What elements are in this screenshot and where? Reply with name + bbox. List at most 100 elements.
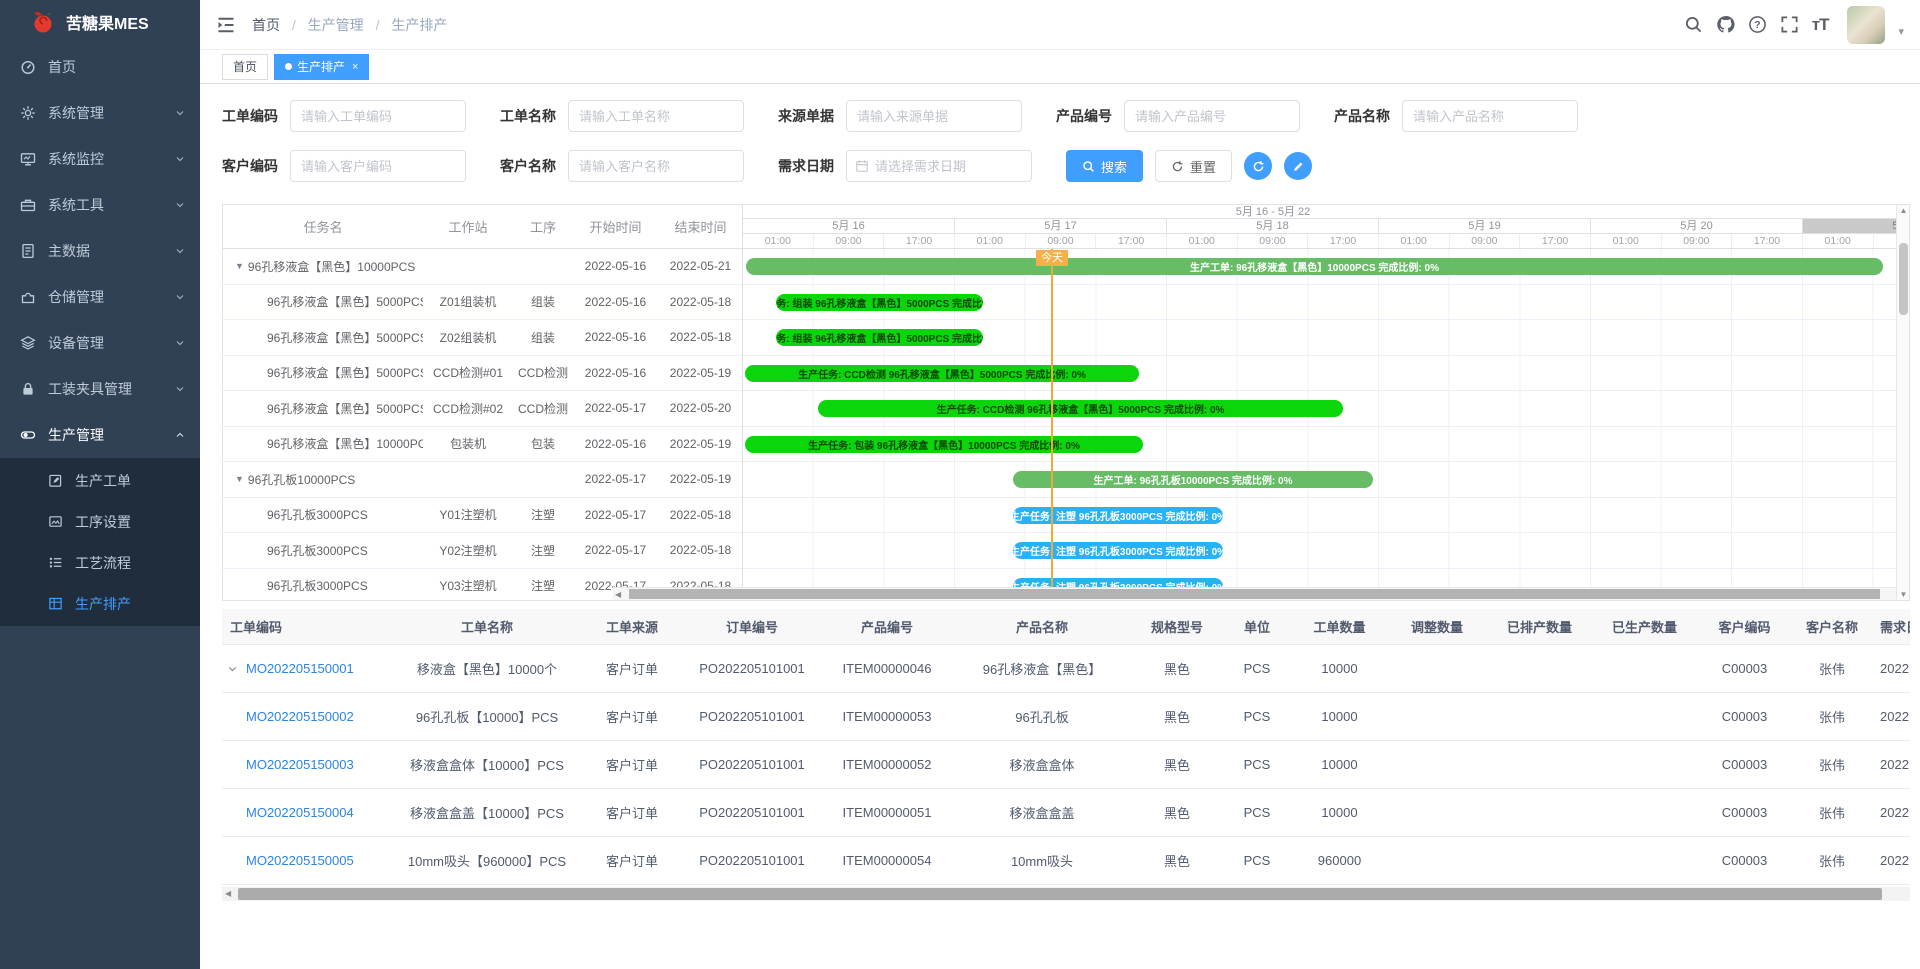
sidebar-item[interactable]: 系统监控 [0,136,200,182]
tab-home[interactable]: 首页 [222,54,268,80]
scrollbar-thumb[interactable] [629,589,1880,599]
sidebar-item[interactable]: 设备管理 [0,320,200,366]
gantt-task-row[interactable]: 96孔移液盒【黑色】5000PCSCCD检测#01CCD检测2022-05-16… [223,356,742,392]
demand-date-input[interactable] [875,159,1023,174]
user-dropdown-caret-icon[interactable]: ▾ [1898,25,1904,38]
gantt-task-row[interactable]: 96孔移液盒【黑色】10000PCS包装机包装2022-05-162022-05… [223,427,742,463]
breadcrumb-scheduling[interactable]: 生产排产 [391,17,447,33]
sidebar-item[interactable]: 系统工具 [0,182,200,228]
collapse-sidebar-icon[interactable] [216,15,236,35]
task-bar[interactable]: 生产任务: CCD检测 96孔移液盒【黑色】5000PCS 完成比例: 0% [745,365,1139,382]
task-bar[interactable]: 生产任务: CCD检测 96孔移液盒【黑色】5000PCS 完成比例: 0% [818,400,1343,417]
task-name-cell: 96孔移液盒【黑色】5000PCS [223,400,423,417]
sidebar-subitem[interactable]: 生产工单 [0,460,200,501]
product-code-input[interactable] [1124,100,1300,132]
sidebar-item[interactable]: 首页 [0,44,200,90]
order-code-link[interactable]: MO202205150002 [246,709,354,724]
expand-icon[interactable]: ▼ [235,261,244,271]
scroll-left-icon[interactable]: ◀ [225,887,231,901]
work-order-name-input[interactable] [568,100,744,132]
demand-date-picker[interactable] [846,150,1032,182]
hour-header-cell: 01:00 [1167,234,1238,248]
sidebar-item[interactable]: 系统管理 [0,90,200,136]
avatar[interactable] [1847,6,1885,44]
chevron-down-icon[interactable] [226,662,239,675]
gantt-horizontal-scrollbar[interactable]: ◀ [613,587,1896,600]
breadcrumb-home[interactable]: 首页 [252,17,280,33]
warehouse-icon [20,289,36,305]
order-row[interactable]: MO20220515000296孔孔板【10000】PCS客户订单PO20220… [222,693,1910,741]
sidebar-item[interactable]: 工装夹具管理 [0,366,200,412]
sidebar-item[interactable]: 主数据 [0,228,200,274]
order-code-link[interactable]: MO202205150004 [246,805,354,820]
expand-icon[interactable]: ▼ [235,474,244,484]
chevron-down-icon [174,153,186,165]
gantt-task-row[interactable]: ▼96孔孔板10000PCS2022-05-172022-05-19 [223,462,742,498]
customer-name-input[interactable] [568,150,744,182]
start-time-cell: 2022-05-17 [573,472,658,486]
order-row[interactable]: MO202205150001移液盒【黑色】10000个客户订单PO2022051… [222,645,1910,693]
gantt-task-row[interactable]: 96孔孔板3000PCSY01注塑机注塑2022-05-172022-05-18 [223,498,742,534]
chevron-down-icon [174,383,186,395]
order-row[interactable]: MO202205150003移液盒盒体【10000】PCS客户订单PO20220… [222,741,1910,789]
close-tab-icon[interactable]: × [352,61,358,73]
orders-col-header: 单位 [1222,617,1292,636]
work-order-bar[interactable]: 生产工单: 96孔移液盒【黑色】10000PCS 完成比例: 0% [746,258,1883,275]
field-label: 需求日期 [778,156,834,176]
task-bar[interactable]: 生产任务: 注塑 96孔孔板3000PCS 完成比例: 0% [1013,578,1223,588]
scrollbar-thumb[interactable] [238,888,1882,900]
sidebar-item[interactable]: 仓储管理 [0,274,200,320]
sidebar-subitem[interactable]: 工序设置 [0,501,200,542]
source-doc-input[interactable] [846,100,1022,132]
search-button[interactable]: 搜索 [1066,150,1143,182]
gantt-vertical-scrollbar[interactable]: ▲ ▼ [1896,205,1909,600]
task-bar[interactable]: 生产任务: 注塑 96孔孔板3000PCS 完成比例: 0% [1013,542,1223,559]
refresh-gantt-button[interactable] [1244,152,1272,180]
scroll-down-icon[interactable]: ▼ [1897,590,1910,599]
sidebar-item-label: 设备管理 [48,333,104,353]
tab-label: 首页 [233,58,257,75]
sidebar-subitem[interactable]: 生产排产 [0,583,200,624]
order-code-link[interactable]: MO202205150001 [246,661,354,676]
order-code-cell[interactable]: MO202205150002 [222,709,392,724]
image-icon [48,514,63,529]
github-icon[interactable] [1716,15,1735,34]
scrollbar-thumb[interactable] [1899,243,1908,315]
work-order-code-input[interactable] [290,100,466,132]
font-size-icon[interactable]: тT [1812,15,1829,35]
order-row[interactable]: MO202205150004移液盒盒盖【10000】PCS客户订单PO20220… [222,789,1910,837]
work-order-bar[interactable]: 生产工单: 96孔孔板10000PCS 完成比例: 0% [1013,471,1373,488]
order-code-cell[interactable]: MO202205150004 [222,805,392,820]
order-code-link[interactable]: MO202205150003 [246,757,354,772]
order-code-cell[interactable]: MO202205150005 [222,853,392,868]
product-name-input[interactable] [1402,100,1578,132]
gantt-task-row[interactable]: 96孔移液盒【黑色】5000PCSZ02组装机组装2022-05-162022-… [223,320,742,356]
order-row[interactable]: MO20220515000510mm吸头【960000】PCS客户订单PO202… [222,837,1910,885]
order-cell: PO202205101001 [682,709,822,724]
orders-horizontal-scrollbar[interactable]: ◀ [222,887,1910,901]
edit-schedule-button[interactable] [1284,152,1312,180]
col-workstation: 工作站 [423,217,513,236]
fullscreen-icon[interactable] [1780,15,1799,34]
search-icon[interactable] [1684,15,1703,34]
scroll-left-icon[interactable]: ◀ [615,588,621,601]
order-code-cell[interactable]: MO202205150001 [222,661,392,676]
help-icon[interactable]: ? [1748,15,1767,34]
gantt-task-row[interactable]: 96孔孔板3000PCSY02注塑机注塑2022-05-172022-05-18 [223,533,742,569]
task-bar[interactable]: 生产任务: 组装 96孔移液盒【黑色】5000PCS 完成比例: 0% [776,294,983,311]
scroll-up-icon[interactable]: ▲ [1897,206,1910,215]
breadcrumb-production[interactable]: 生产管理 [308,17,364,33]
sidebar-item[interactable]: 生产管理 [0,412,200,458]
tab-scheduling[interactable]: 生产排产 × [274,54,369,80]
gantt-task-row[interactable]: ▼96孔移液盒【黑色】10000PCS2022-05-162022-05-21 [223,249,742,285]
gantt-task-row[interactable]: 96孔移液盒【黑色】5000PCSCCD检测#02CCD检测2022-05-17… [223,391,742,427]
task-bar[interactable]: 生产任务: 包装 96孔移液盒【黑色】10000PCS 完成比例: 0% [745,436,1143,453]
customer-code-input[interactable] [290,150,466,182]
task-bar[interactable]: 生产任务: 注塑 96孔孔板3000PCS 完成比例: 0% [1013,507,1223,524]
order-code-cell[interactable]: MO202205150003 [222,757,392,772]
reset-button[interactable]: 重置 [1155,150,1232,182]
task-bar[interactable]: 生产任务: 组装 96孔移液盒【黑色】5000PCS 完成比例: 0% [776,329,983,346]
order-code-link[interactable]: MO202205150005 [246,853,354,868]
sidebar-subitem[interactable]: 工艺流程 [0,542,200,583]
gantt-task-row[interactable]: 96孔移液盒【黑色】5000PCSZ01组装机组装2022-05-162022-… [223,285,742,321]
